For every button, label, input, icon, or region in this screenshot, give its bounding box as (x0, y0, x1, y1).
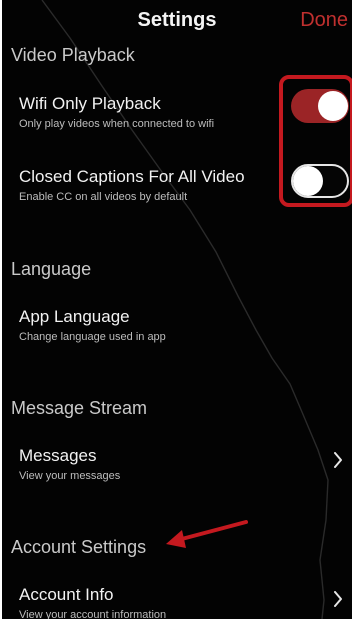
settings-screen: Settings Done Video Playback Wifi Only P… (2, 0, 352, 619)
chevron-right-icon[interactable] (333, 452, 343, 468)
arrow-left-icon (166, 520, 248, 548)
closed-captions-subtitle: Enable CC on all videos by default (19, 191, 188, 203)
chevron-right-icon[interactable] (333, 591, 343, 607)
account-info-title: Account Info (19, 585, 114, 604)
wifi-only-playback-title: Wifi Only Playback (19, 94, 161, 113)
app-language-row[interactable]: App Language Change language used in app (2, 307, 352, 355)
annotation-highlight-box (279, 75, 352, 207)
messages-title: Messages (19, 446, 97, 465)
messages-subtitle: View your messages (19, 470, 121, 482)
section-header-message-stream: Message Stream (11, 398, 148, 418)
app-language-subtitle: Change language used in app (19, 331, 166, 343)
messages-row[interactable]: Messages View your messages (2, 446, 352, 494)
app-language-title: App Language (19, 307, 130, 326)
done-button[interactable]: Done (300, 9, 348, 32)
section-header-account-settings: Account Settings (11, 537, 147, 557)
closed-captions-title: Closed Captions For All Video (19, 167, 245, 186)
wifi-only-playback-subtitle: Only play videos when connected to wifi (19, 118, 215, 130)
account-info-subtitle: View your account information (19, 609, 167, 619)
section-header-video-playback: Video Playback (11, 45, 135, 65)
account-info-row[interactable]: Account Info View your account informati… (2, 585, 352, 619)
section-header-language: Language (11, 259, 92, 279)
